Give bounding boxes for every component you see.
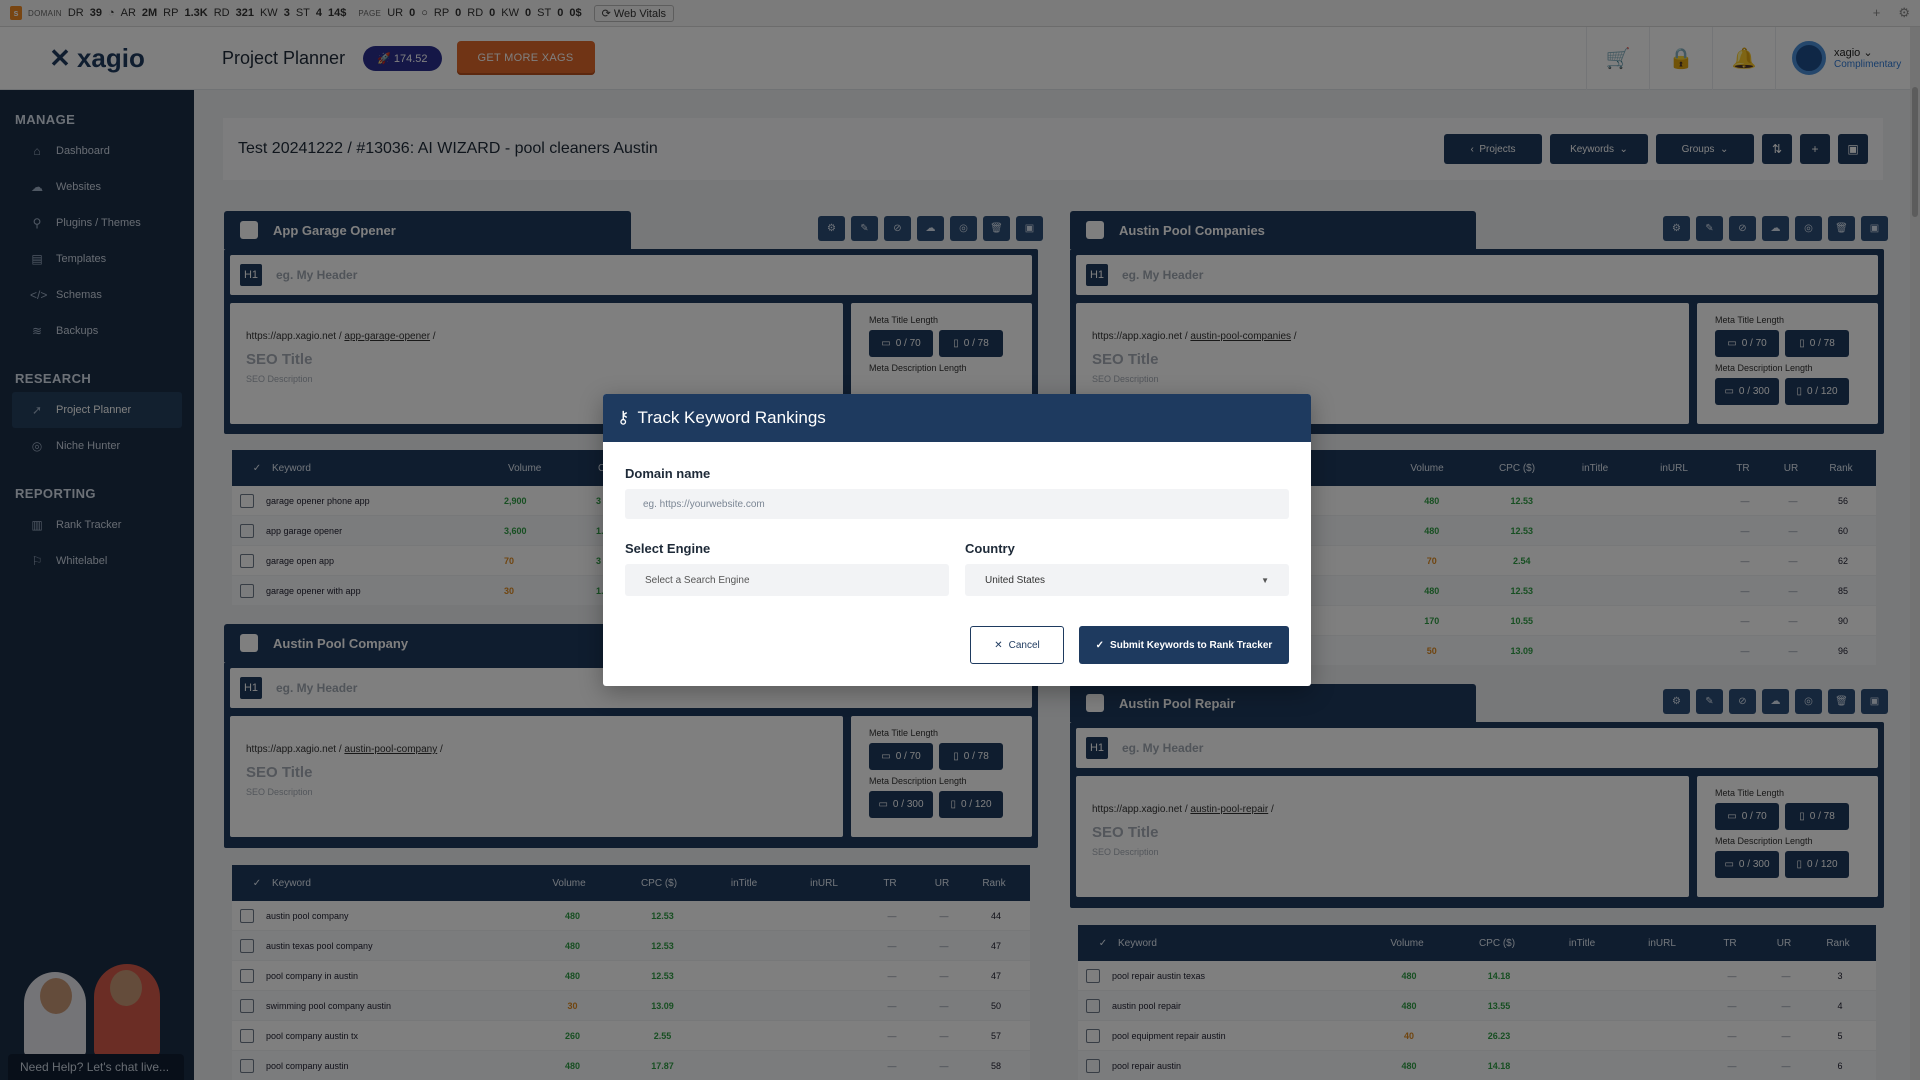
select-engine-label: Select Engine bbox=[625, 541, 711, 556]
cancel-button[interactable]: ✕ Cancel bbox=[970, 626, 1064, 664]
country-value: United States bbox=[985, 574, 1046, 586]
domain-name-input[interactable] bbox=[625, 489, 1289, 519]
submit-label: Submit Keywords to Rank Tracker bbox=[1110, 639, 1273, 651]
modal-title: Track Keyword Rankings bbox=[637, 408, 826, 427]
close-icon: ✕ bbox=[994, 639, 1003, 651]
key-icon: ⚷ bbox=[617, 408, 630, 427]
search-engine-select[interactable]: Select a Search Engine bbox=[625, 564, 949, 596]
country-label: Country bbox=[965, 541, 1015, 556]
cancel-label: Cancel bbox=[1008, 639, 1040, 651]
country-select[interactable]: United States ▼ bbox=[965, 564, 1289, 596]
domain-name-label: Domain name bbox=[625, 466, 711, 481]
submit-keywords-button[interactable]: ✓ Submit Keywords to Rank Tracker bbox=[1079, 626, 1289, 664]
track-keyword-rankings-modal: ⚷ Track Keyword Rankings Domain name Sele… bbox=[603, 394, 1311, 686]
check-icon: ✓ bbox=[1095, 639, 1105, 651]
modal-header: ⚷ Track Keyword Rankings bbox=[603, 394, 1311, 442]
search-engine-placeholder: Select a Search Engine bbox=[645, 574, 750, 586]
caret-down-icon: ▼ bbox=[1261, 575, 1269, 585]
